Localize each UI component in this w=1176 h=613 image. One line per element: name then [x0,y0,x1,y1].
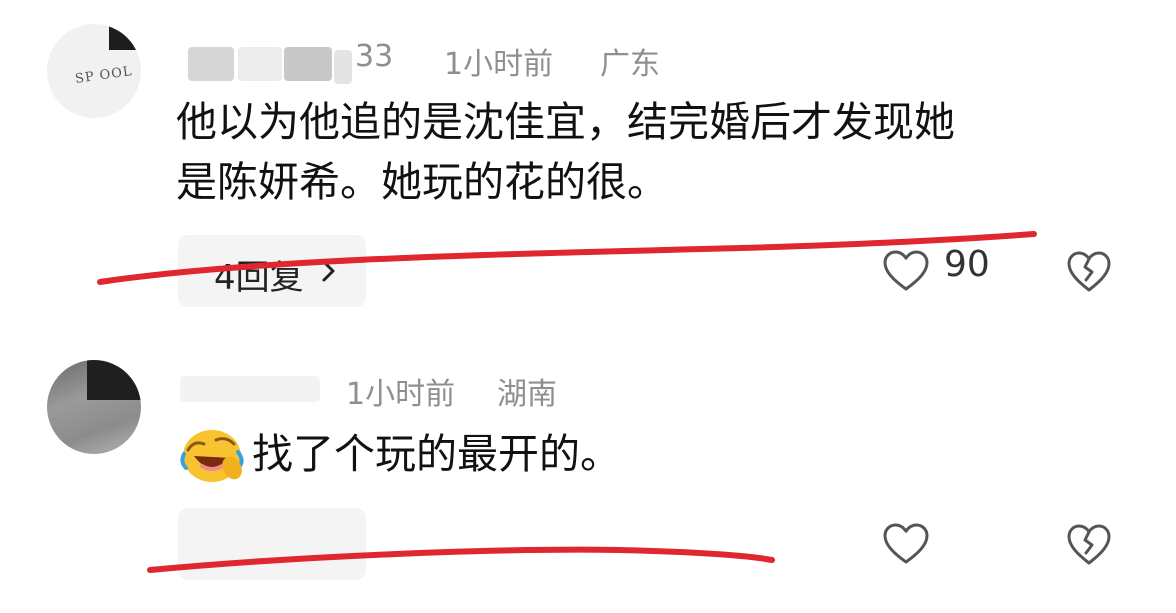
broken-heart-icon[interactable] [1066,250,1112,294]
view-replies-button[interactable]: 4回复 [178,235,366,307]
comment-time: 1小时前 [444,47,554,82]
heart-outline-icon[interactable] [882,249,930,293]
comment-location: 广东 [600,47,660,82]
chevron-right-icon [322,260,335,282]
comment-time: 1小时前 [346,377,456,412]
avatar-text: SP OOL [74,64,134,87]
view-replies-button[interactable] [178,508,366,580]
username-blurred[interactable] [238,47,282,81]
username-blurred[interactable] [188,47,234,81]
comment-item: SP OOL 33 1小时前 广东 他以为他追的是沈佳宜，结完婚后才发现她 是陈… [0,0,1176,330]
comment-location: 湖南 [497,377,557,412]
avatar-corner [87,360,141,400]
comment-text: 找了个玩的最开的。 [252,430,621,478]
avatar[interactable]: SP OOL [47,24,141,118]
comment-text: 是陈妍希。她玩的花的很。 [176,158,668,206]
like-count: 90 [944,244,990,285]
replies-label: 4回复 [214,258,304,298]
avatar-corner [109,24,141,50]
username-blurred[interactable] [334,50,352,84]
rolling-on-floor-laughing-emoji-icon [180,430,244,482]
broken-heart-icon[interactable] [1066,523,1112,567]
comment-item: 1小时前 湖南 找了个玩的最开的。 [0,330,1176,613]
avatar[interactable] [47,360,141,454]
comment-text: 他以为他追的是沈佳宜，结完婚后才发现她 [176,98,955,146]
heart-outline-icon[interactable] [882,522,930,566]
username-blurred[interactable] [284,47,332,81]
username-blurred[interactable] [180,376,320,402]
username-fragment: 33 [355,39,394,74]
